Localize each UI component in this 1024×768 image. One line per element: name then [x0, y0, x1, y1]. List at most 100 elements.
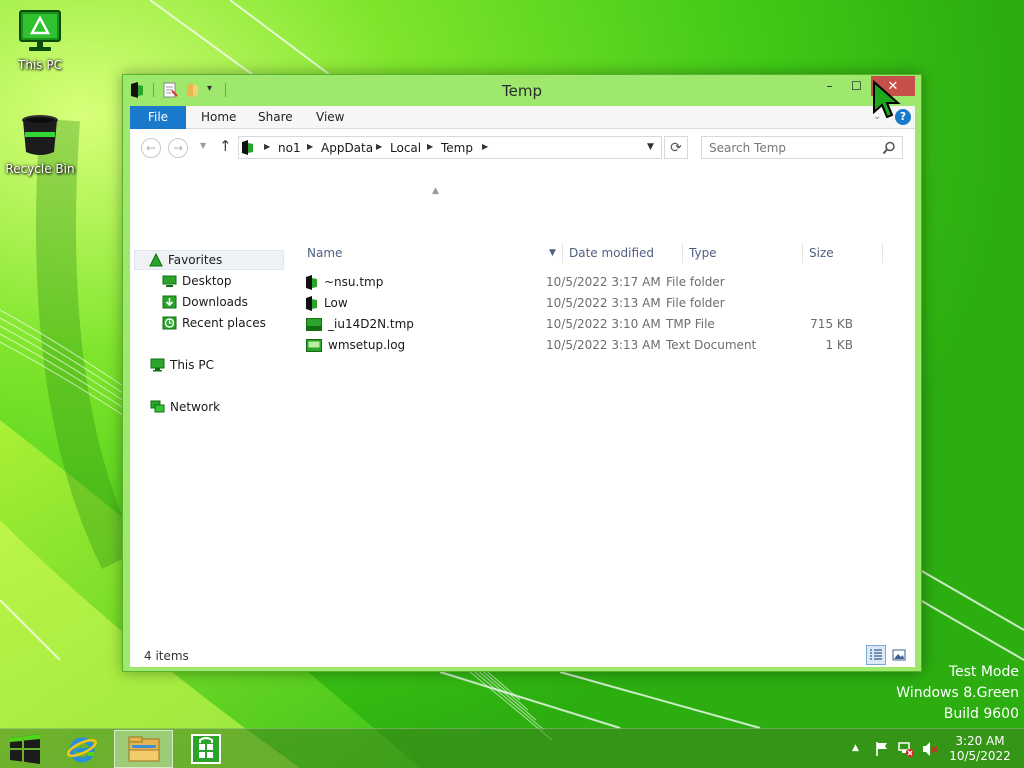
explorer-window: ▾ Temp – ☐ ✕ File Home Share View ⌄ ? ← … [122, 74, 922, 672]
forward-button[interactable]: → [168, 138, 188, 158]
back-button[interactable]: ← [141, 138, 161, 158]
address-bar[interactable]: ▶ no1 ▶ AppData ▶ Local ▶ Temp ▶ ▼ [238, 136, 662, 159]
windows-logo-icon [10, 734, 40, 764]
details-view-button[interactable] [866, 645, 886, 665]
file-row[interactable]: ~nsu.tmp 10/5/2022 3:17 AM File folder [271, 272, 871, 293]
watermark-line: Test Mode [948, 664, 1019, 680]
desktop-icon-recycle-bin[interactable]: Recycle Bin [0, 112, 80, 176]
show-hidden-icons-button[interactable]: ▲ [852, 743, 859, 753]
file-date: 10/5/2022 3:17 AM [546, 275, 661, 289]
column-header-date[interactable]: Date modified [562, 241, 682, 265]
nav-item-label: Recent places [182, 316, 266, 330]
nav-item-recent-places[interactable]: Recent places [162, 313, 266, 333]
nav-item-network[interactable]: Network [150, 397, 220, 417]
maximize-button[interactable]: ☐ [843, 76, 870, 96]
breadcrumb-separator-icon[interactable]: ▶ [482, 142, 488, 151]
volume-muted-icon[interactable] [922, 741, 938, 757]
this-pc-icon [150, 358, 165, 372]
breadcrumb-appdata[interactable]: AppData [321, 141, 373, 155]
folder-icon [306, 275, 317, 290]
refresh-button[interactable]: ⟳ [664, 136, 688, 159]
taskbar-clock[interactable]: 3:20 AM 10/5/2022 [944, 734, 1016, 764]
taskbar-file-explorer[interactable] [114, 730, 173, 768]
explorer-content: ← → ▼ ↑ ▶ no1 ▶ AppData ▶ Local ▶ Temp ▶… [130, 129, 915, 667]
desktop-icon-label: Recycle Bin [5, 162, 75, 176]
file-type: File folder [666, 296, 725, 310]
clock-time: 3:20 AM [955, 734, 1005, 748]
tab-home[interactable]: Home [187, 106, 250, 129]
breadcrumb-temp[interactable]: Temp [441, 141, 473, 155]
store-icon [191, 734, 221, 764]
nav-item-downloads[interactable]: Downloads [162, 292, 248, 312]
file-date: 10/5/2022 3:13 AM [546, 296, 661, 310]
taskbar-store[interactable] [184, 730, 228, 768]
up-button[interactable]: ↑ [219, 137, 232, 155]
file-icon [306, 318, 322, 331]
ribbon-tabs: File Home Share View ⌄ ? [130, 106, 915, 129]
location-folder-icon [242, 140, 253, 155]
nav-item-label: This PC [170, 358, 214, 372]
file-type: Text Document [666, 338, 757, 352]
recent-places-icon [162, 316, 177, 330]
window-title: Temp [502, 82, 542, 100]
column-header-type[interactable]: Type [682, 241, 800, 265]
column-separator[interactable] [882, 243, 883, 263]
file-size: 715 KB [810, 317, 853, 331]
nav-item-favorites[interactable]: Favorites [134, 250, 284, 270]
start-button[interactable] [6, 730, 44, 768]
title-bar[interactable]: ▾ Temp – ☐ ✕ [123, 75, 921, 105]
file-name: ~nsu.tmp [324, 275, 384, 289]
breadcrumb-separator-icon[interactable]: ▶ [376, 142, 382, 151]
column-header-name[interactable]: Name [300, 241, 560, 265]
desktop-icon [162, 275, 177, 287]
nav-item-label: Network [170, 400, 221, 414]
search-icon[interactable] [882, 141, 896, 155]
test-mode-watermark: Test Mode Windows 8.Green Build 9600 [896, 662, 1019, 725]
file-name: _iu14D2N.tmp [328, 317, 414, 331]
status-item-count: 4 items [144, 649, 189, 663]
downloads-icon [162, 295, 177, 309]
nav-item-label: Desktop [182, 274, 232, 288]
breadcrumb-separator-icon[interactable]: ▶ [307, 142, 313, 151]
mouse-cursor-icon [873, 80, 901, 119]
minimize-button[interactable]: – [816, 76, 843, 96]
file-date: 10/5/2022 3:13 AM [546, 338, 661, 352]
breadcrumb-local[interactable]: Local [390, 141, 421, 155]
column-filter-chevron-icon[interactable]: ▼ [549, 248, 556, 258]
file-type: File folder [666, 275, 725, 289]
breadcrumb-separator-icon[interactable]: ▶ [264, 142, 270, 151]
file-name: wmsetup.log [328, 338, 406, 352]
breadcrumb-separator-icon[interactable]: ▶ [427, 142, 433, 151]
star-icon [149, 253, 163, 267]
taskbar: ▲ 3:20 AM 10/5/2022 [0, 728, 1024, 768]
watermark-line: Windows 8.Green [896, 685, 1019, 701]
recent-locations-icon[interactable]: ▼ [200, 141, 206, 150]
this-pc-icon [19, 10, 61, 51]
nav-item-desktop[interactable]: Desktop [162, 271, 232, 291]
file-type: TMP File [666, 317, 715, 331]
details-view-icon [870, 649, 882, 660]
search-box[interactable] [701, 136, 903, 159]
network-disconnected-icon[interactable] [898, 741, 914, 757]
search-input[interactable] [703, 138, 873, 157]
file-row[interactable]: _iu14D2N.tmp 10/5/2022 3:10 AM TMP File … [271, 314, 871, 335]
taskbar-internet-explorer[interactable] [58, 730, 106, 768]
desktop-icon-this-pc[interactable]: This PC [0, 8, 80, 72]
tab-share[interactable]: Share [244, 106, 307, 129]
text-document-icon [306, 339, 322, 352]
desktop-icon-label: This PC [18, 58, 62, 72]
address-history-chevron-icon[interactable]: ▼ [647, 142, 654, 152]
file-size: 1 KB [825, 338, 853, 352]
folder-icon [306, 296, 317, 311]
file-row[interactable]: Low 10/5/2022 3:13 AM File folder [271, 293, 871, 314]
nav-item-label: Favorites [168, 253, 223, 267]
action-center-flag-icon[interactable] [874, 741, 890, 757]
column-header-size[interactable]: Size [802, 241, 882, 265]
file-date: 10/5/2022 3:10 AM [546, 317, 661, 331]
tab-file[interactable]: File [130, 106, 186, 129]
breadcrumb-no1[interactable]: no1 [278, 141, 301, 155]
tab-view[interactable]: View [302, 106, 358, 129]
network-icon [150, 400, 165, 413]
file-row[interactable]: wmsetup.log 10/5/2022 3:13 AM Text Docum… [271, 335, 871, 356]
nav-item-this-pc[interactable]: This PC [150, 355, 214, 375]
